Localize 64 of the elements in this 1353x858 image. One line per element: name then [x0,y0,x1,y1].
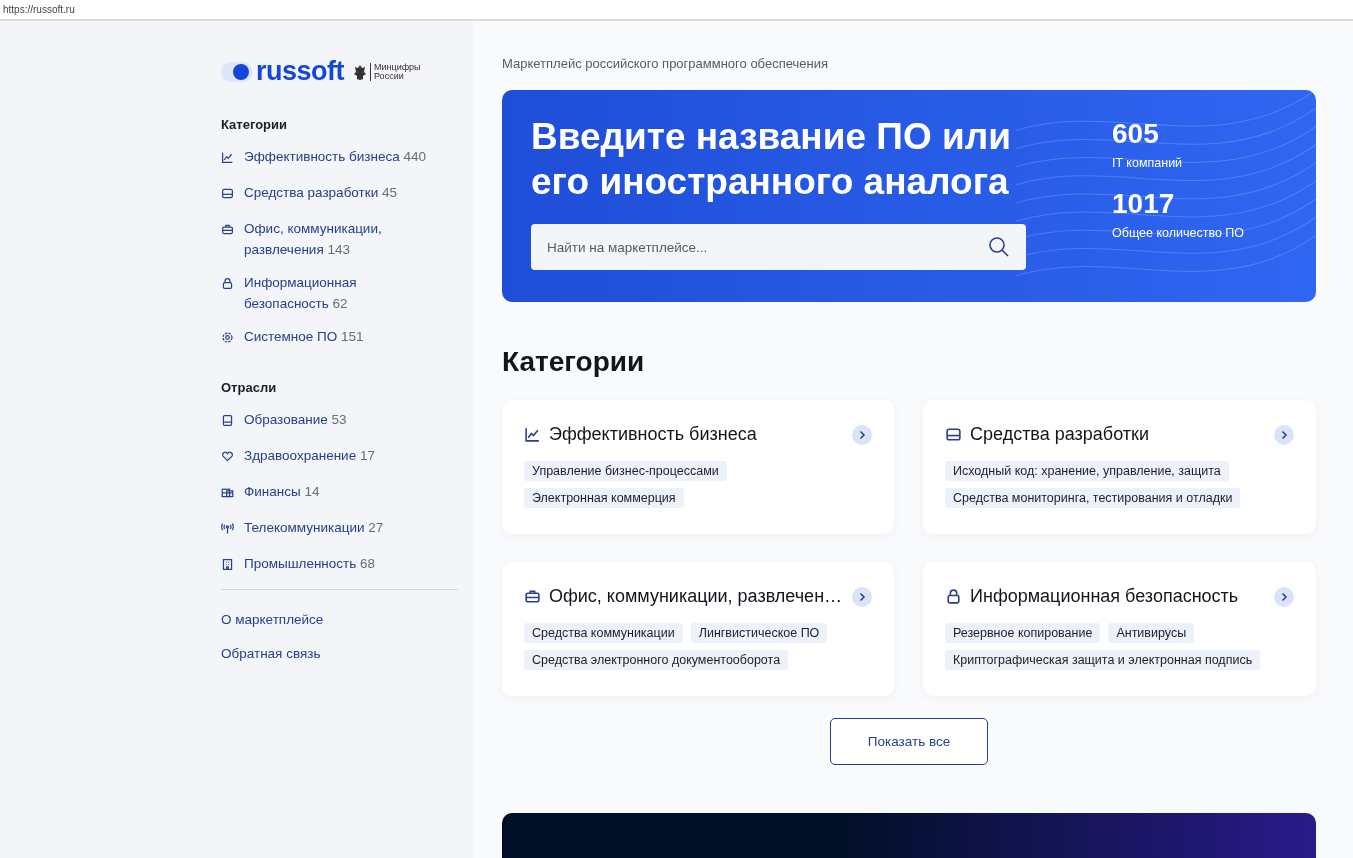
subcategory-tag[interactable]: Исходный код: хранение, управление, защита [945,461,1229,481]
briefcase-icon [221,223,234,236]
toggle-dot-logo-icon [221,60,253,83]
subcategory-tag[interactable]: Антивирусы [1108,623,1195,643]
building-icon [221,558,234,571]
ministry-logo-text: Минцифры России [370,62,421,81]
sidebar-item[interactable]: Финансы 14 [221,481,436,505]
card-title[interactable]: Информационная безопасность [970,586,1266,607]
antenna-icon [221,522,234,535]
chevron-right-icon[interactable] [852,586,872,607]
sidebar-item[interactable]: Образование 53 [221,409,436,433]
subcategory-tag[interactable]: Средства электронного документооборота [524,650,789,670]
line-chart-icon [524,426,541,443]
category-card[interactable]: Офис, коммуникации, развлечен… Средства коммуникации Лингвистическое ПО Средства электронного документооборота [502,562,894,696]
category-card[interactable]: Эффективность бизнеса Управление бизнес-процессами Электронная коммерция [502,400,894,534]
subcategory-tag[interactable]: Лингвистическое ПО [690,623,828,643]
sidebar-item[interactable]: Средства разработки 45 [221,182,436,206]
stat-label: IT компаний [1112,156,1184,170]
subcategory-tag[interactable]: Средства мониторинга, тестирования и отладки [945,488,1241,508]
card-title[interactable]: Офис, коммуникации, развлечен… [549,586,844,607]
hard-drive-icon [945,426,962,443]
subcategory-tag[interactable]: Электронная коммерция [524,488,684,508]
subcategory-tag[interactable]: Средства коммуникации [524,623,683,643]
category-card[interactable]: Информационная безопасность Резервное копирование Антивирусы Криптографическая защита и электронная подпись [923,562,1316,696]
lock-icon [221,277,234,290]
sidebar-item[interactable]: Информационная безопасность 62 [221,272,436,314]
lock-icon [945,588,962,605]
sidebar-item[interactable]: Телекоммуникации 27 [221,517,436,541]
card-title[interactable]: Эффективность бизнеса [549,424,844,445]
chevron-right-icon[interactable] [1274,424,1294,445]
sidebar-item[interactable]: Офис, коммуникации, развлечения 143 [221,218,436,260]
search-icon[interactable] [988,236,1010,258]
book-icon [221,414,234,427]
gear-icon [221,331,234,344]
subcategory-tag[interactable]: Криптографическая защита и электронная подпись [945,650,1261,670]
address-url[interactable]: https://russoft.ru [3,4,75,15]
banknotes-icon [221,486,234,499]
subcategory-tag[interactable]: Управление бизнес-процессами [524,461,727,481]
search-field[interactable]: Найти на маркетплейсе... [531,224,1026,270]
stat-value: 1017 [1112,188,1176,220]
hard-drive-icon [221,187,234,200]
chevron-right-icon[interactable] [852,424,872,445]
banner-heading: Введите название ПО или его иностранного аналога [531,115,1012,204]
heart-icon [221,450,234,463]
sidebar-item[interactable]: Эффективность бизнеса 440 [221,146,436,170]
stat-value: 605 [1112,118,1160,150]
briefcase-icon [524,588,541,605]
sidebar-section-title: Категории [221,117,289,132]
subcategory-tag[interactable]: Резервное копирование [945,623,1101,643]
show-all-button[interactable]: Показать все [830,718,988,765]
sidebar-section-title: Отрасли [221,380,278,395]
sidebar-item[interactable]: Здравоохранение 17 [221,445,436,469]
chevron-right-icon[interactable] [1274,586,1294,607]
line-chart-icon [221,151,234,164]
page-subtitle: Маркетплейс российского программного обеспечения [502,56,829,71]
sidebar-item[interactable]: Промышленность 68 [221,553,436,577]
stat-label: Общее количество ПО [1112,226,1245,240]
sidebar-item[interactable]: Системное ПО 151 [221,326,436,350]
category-card[interactable]: Средства разработки Исходный код: хранение, управление, защита Средства мониторинга, тестирования и отладки [923,400,1316,534]
logo-wordmark[interactable]: russoft [256,56,344,87]
card-title[interactable]: Средства разработки [970,424,1266,445]
sidebar-link[interactable]: О маркетплейсе [221,612,473,627]
sidebar-link[interactable]: Обратная связь [221,646,473,661]
section-heading: Категории [502,346,646,378]
